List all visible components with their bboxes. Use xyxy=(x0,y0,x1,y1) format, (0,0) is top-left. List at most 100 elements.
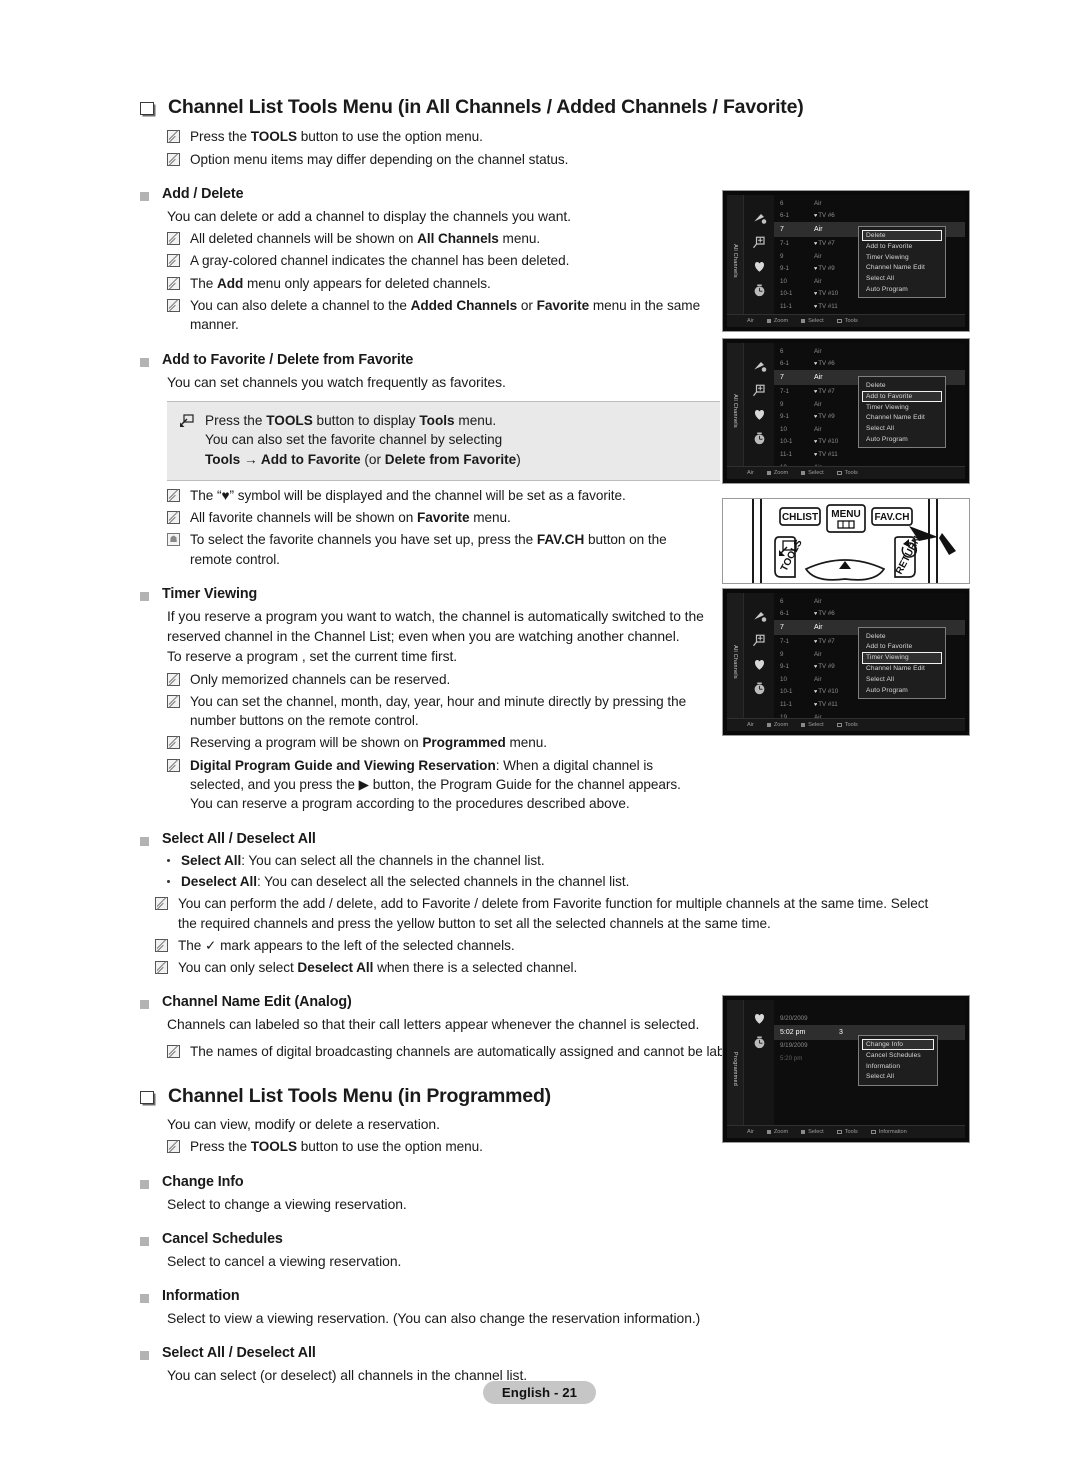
note-text: You can perform the add / delete, add to… xyxy=(178,896,929,931)
channel-row[interactable]: 6 Air xyxy=(774,595,965,608)
tools-key-icon xyxy=(836,318,842,323)
tools-menu-item[interactable]: Auto Program xyxy=(862,284,942,295)
programmed-row[interactable]: 9/20/2009 xyxy=(774,1012,965,1025)
channel-name: ♥TV #11 xyxy=(814,302,838,310)
section-heading-channel-list-tools-all: Channel List Tools Menu (in All Channels… xyxy=(140,95,980,119)
channel-row[interactable]: 6-1 ♥TV #6 xyxy=(774,210,965,223)
channel-number: 10 xyxy=(780,277,787,285)
tools-menu-item[interactable]: Select All xyxy=(862,423,942,434)
tools-menu-item[interactable]: Channel Name Edit xyxy=(862,413,942,424)
note-icon xyxy=(167,511,180,525)
tools-menu-item[interactable]: Add to Favorite xyxy=(862,642,942,653)
bullet-text: Deselect All: You can deselect all the s… xyxy=(181,873,630,889)
tools-tip-box: Press the TOOLS button to display Tools … xyxy=(167,400,720,481)
note-text: The “♥” symbol will be displayed and the… xyxy=(190,487,626,503)
channel-row[interactable]: 11-1 ♥TV #11 xyxy=(774,698,965,711)
tools-menu-3[interactable]: Delete Add to Favorite Timer Viewing Channe… xyxy=(858,627,946,700)
channel-number: 10-1 xyxy=(780,688,793,696)
channel-number: 7 xyxy=(780,624,784,632)
channel-row[interactable]: 11-1 ♥TV #11 xyxy=(774,448,965,461)
channel-number: 9 xyxy=(780,252,784,260)
tools-menu-item[interactable]: Channel Name Edit xyxy=(862,263,942,274)
channel-number: 9 xyxy=(780,400,784,408)
programmed-tools-menu[interactable]: Change Info Cancel Schedules Information Se… xyxy=(858,1035,938,1087)
tools-menu-item[interactable]: Auto Program xyxy=(862,685,942,696)
channel-number: 6-1 xyxy=(780,610,789,618)
tools-key-icon xyxy=(836,722,842,727)
remote-svg: CHLIST MENU FAV.CH TOOLS RETURN xyxy=(723,495,969,587)
tools-menu-item[interactable]: Timer Viewing xyxy=(862,652,942,664)
tools-menu-item[interactable]: Cancel Schedules xyxy=(862,1050,934,1061)
channel-name: Air xyxy=(814,199,822,207)
info-key-icon xyxy=(870,1129,876,1134)
manual-page: Channel List Tools Menu (in All Channels… xyxy=(0,0,1080,1482)
note-item: You can only select Deselect All when th… xyxy=(155,958,980,977)
tools-menu-item[interactable]: Select All xyxy=(862,674,942,685)
channel-number: 7-1 xyxy=(780,239,789,247)
status-bar-item: Tools xyxy=(836,722,858,728)
rail-label-all-channels: All Channels xyxy=(727,195,744,327)
channel-row[interactable]: 6 Air xyxy=(774,345,965,358)
tools-menu-item[interactable]: Select All xyxy=(862,1072,934,1083)
favorite-heart-icon: ♥ xyxy=(814,664,818,671)
status-bar-item: Air xyxy=(747,1129,754,1135)
antenna-icon xyxy=(753,214,766,224)
favorite-heart-icon: ♥ xyxy=(814,701,818,708)
tools-menu-item[interactable]: Delete xyxy=(862,631,942,642)
small-square-bullet-icon xyxy=(140,191,149,201)
channel-row[interactable]: 11-1 ♥TV #11 xyxy=(774,300,965,313)
favorite-heart-icon xyxy=(754,1014,764,1024)
favorite-heart-icon: ♥ xyxy=(814,451,818,458)
tools-icon xyxy=(179,414,194,428)
note-icon xyxy=(167,488,180,502)
note-icon xyxy=(155,897,168,911)
channel-number: 11-1 xyxy=(780,302,792,310)
color-key-icon xyxy=(766,470,771,475)
favorite-heart-icon: ♥ xyxy=(814,303,818,310)
note-text: A gray-colored channel indicates the cha… xyxy=(190,253,570,269)
note-item: Press the TOOLS button to use the option… xyxy=(167,127,980,146)
tools-menu-item[interactable]: Add to Favorite xyxy=(862,390,942,402)
status-bar-item: Zoom xyxy=(766,318,788,324)
status-bar-item: Air xyxy=(747,470,754,476)
tv-screenshot-timer-viewing: All Channels 6 Air 6-1 ♥TV #6 7 Air 7-1 ♥TV #7 9… xyxy=(722,588,970,736)
select-all-1-title: Select All / Deselect All xyxy=(162,830,316,847)
channel-number: 10-1 xyxy=(780,438,793,446)
color-key-icon xyxy=(766,722,771,727)
channel-number: 7-1 xyxy=(780,637,789,645)
color-key-icon xyxy=(766,318,771,323)
color-key-icon xyxy=(801,1129,806,1134)
tools-menu-item[interactable]: Select All xyxy=(862,273,942,284)
rail-label-all-channels: All Channels xyxy=(727,343,744,479)
note-text: The Add menu only appears for deleted ch… xyxy=(190,275,491,291)
tools-menu-1[interactable]: Delete Add to Favorite Timer Viewing Channe… xyxy=(858,226,946,299)
remote-control-illustration: CHLIST MENU FAV.CH TOOLS RETURN xyxy=(722,495,970,587)
tools-menu-item[interactable]: Delete xyxy=(862,230,942,242)
tools-menu-item[interactable]: Add to Favorite xyxy=(862,241,942,252)
tv-screenshot-add-to-favorite: All Channels 6 Air 6-1 ♥TV #6 7 Air 7-1 ♥TV #7 9… xyxy=(722,338,970,484)
small-square-bullet-icon xyxy=(140,592,149,602)
tools-menu-item[interactable]: Timer Viewing xyxy=(862,252,942,263)
channel-row[interactable]: 6-1 ♥TV #6 xyxy=(774,608,965,621)
tools-menu-item[interactable]: Information xyxy=(862,1061,934,1072)
channel-row[interactable]: 6 Air xyxy=(774,197,965,210)
tools-menu-item[interactable]: Auto Program xyxy=(862,434,942,445)
change-info-text: Select to change a viewing reservation. xyxy=(167,1195,407,1212)
tools-menu-2[interactable]: Delete Add to Favorite Timer Viewing Channe… xyxy=(858,376,946,449)
channel-row[interactable]: 6-1 ♥TV #6 xyxy=(774,358,965,371)
tools-menu-item[interactable]: Change Info xyxy=(862,1039,934,1051)
favorite-heart-icon: ♥ xyxy=(814,266,818,273)
remote-chlist-label: CHLIST xyxy=(782,512,818,523)
favorite-title: Add to Favorite / Delete from Favorite xyxy=(162,351,414,368)
channel-number: 6 xyxy=(780,597,784,605)
remote-button-icon: ☗ xyxy=(167,533,180,547)
tv-sidebar-icons xyxy=(744,593,774,731)
note-text: Press the TOOLS button to use the option… xyxy=(190,129,483,145)
tools-menu-item[interactable]: Delete xyxy=(862,380,942,391)
square-bullet-icon xyxy=(140,102,154,115)
remote-favch-label: FAV.CH xyxy=(874,512,909,523)
tools-menu-item[interactable]: Channel Name Edit xyxy=(862,664,942,675)
tools-menu-item[interactable]: Timer Viewing xyxy=(862,402,942,413)
color-key-icon xyxy=(801,470,806,475)
added-channels-icon xyxy=(752,384,765,397)
